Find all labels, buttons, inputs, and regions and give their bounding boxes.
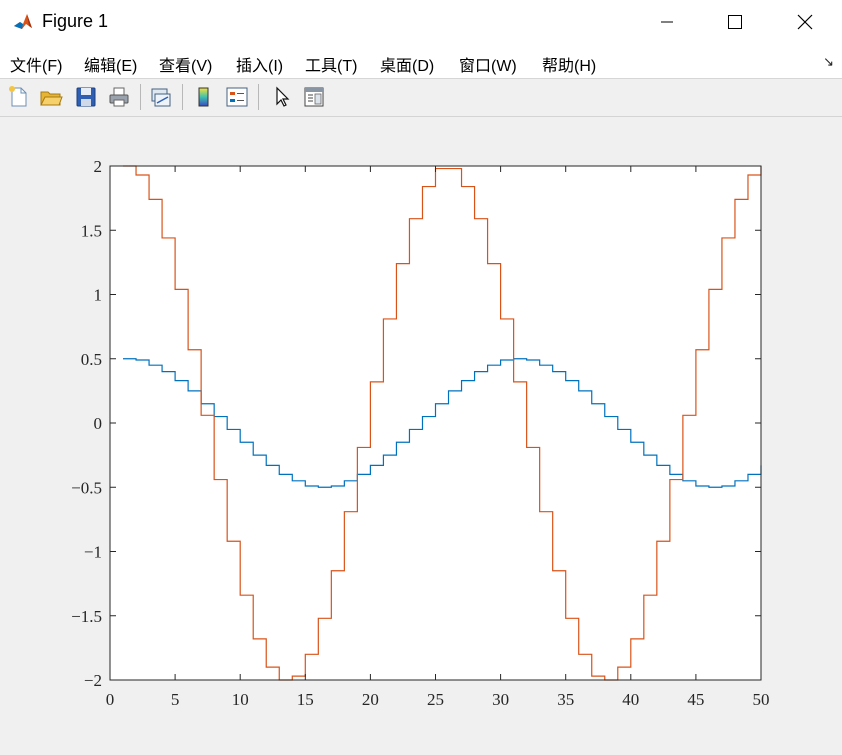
window-title-bar[interactable]: Figure 1 [0,0,842,44]
y-tick-label: −1.5 [71,607,102,626]
maximize-button[interactable] [706,0,764,44]
new-figure-button[interactable] [4,83,32,111]
y-tick-label: 0 [94,414,103,433]
menu-tools[interactable]: 工具(T) [305,52,357,76]
menu-file[interactable]: 文件(F) [10,52,62,76]
save-icon [76,87,96,107]
print-button[interactable] [105,83,133,111]
toolbar-separator [140,84,141,110]
y-tick-label: 2 [94,157,103,176]
x-tick-label: 20 [362,690,379,709]
line-chart[interactable]: 0 5 10 15 20 25 30 35 40 45 50 −2 −1.5 −1 −0.5 0 0.5 1 1.5… [0,117,842,750]
menu-help[interactable]: 帮助(H) [542,52,596,76]
menu-edit[interactable]: 编辑(E) [84,52,137,76]
open-file-icon [40,91,63,106]
y-tick-label: 1 [94,286,103,305]
property-inspector-button[interactable] [300,83,328,111]
menu-insert[interactable]: 插入(I) [236,52,283,76]
print-icon [109,87,129,107]
legend-button[interactable] [223,83,251,111]
close-button[interactable] [776,0,834,44]
x-tick-label: 25 [427,690,444,709]
x-tick-label: 0 [106,690,115,709]
menu-view[interactable]: 查看(V) [159,52,212,76]
link-plot-button[interactable] [147,83,175,111]
y-tick-label: −1 [84,543,102,562]
colorbar-button[interactable] [190,83,218,111]
matlab-logo-icon [12,11,34,33]
edit-plot-button[interactable] [267,83,295,111]
edit-plot-arrow-icon [276,86,290,107]
y-tick-label: 0.5 [81,350,102,369]
y-tick-label: −0.5 [71,478,102,497]
x-tick-label: 30 [492,690,509,709]
x-tick-label: 15 [297,690,314,709]
save-button[interactable] [72,83,100,111]
close-icon [797,14,813,30]
x-tick-label: 50 [753,690,770,709]
minimize-button[interactable] [638,0,696,44]
x-tick-label: 35 [557,690,574,709]
dock-arrow-icon[interactable]: ↘ [823,54,834,70]
link-plot-icon [151,88,171,107]
maximize-icon [728,15,742,29]
y-tick-label: 1.5 [81,221,102,240]
figure-canvas[interactable]: 0 5 10 15 20 25 30 35 40 45 50 −2 −1.5 −1 −0.5 0 0.5 1 1.5… [0,117,842,750]
y-tick-label: −2 [84,671,102,690]
property-inspector-icon [304,87,324,107]
menu-bar: 文件(F) 编辑(E) 查看(V) 插入(I) 工具(T) 桌面(D) 窗口(W… [0,44,842,79]
legend-icon [226,87,248,107]
x-tick-label: 5 [171,690,180,709]
window-title: Figure 1 [42,11,109,31]
axes-background [110,166,761,680]
x-tick-label: 45 [687,690,704,709]
minimize-icon [661,21,673,23]
menu-window[interactable]: 窗口(W) [459,52,517,76]
colorbar-icon [198,87,209,107]
menu-desktop[interactable]: 桌面(D) [380,52,434,76]
x-tick-label: 40 [622,690,639,709]
x-tick-label: 10 [232,690,249,709]
toolbar-separator [182,84,183,110]
new-figure-icon [9,86,27,107]
open-file-button[interactable] [37,83,65,111]
toolbar-separator [258,84,259,110]
figure-toolbar [0,79,842,117]
